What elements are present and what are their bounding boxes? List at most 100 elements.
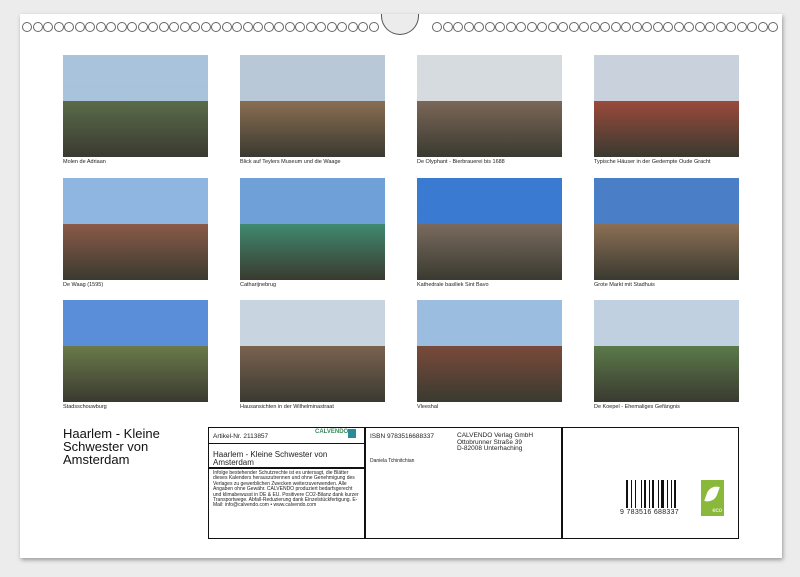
photo-caption: Hausansichten in der Wilhelminastraat bbox=[240, 404, 334, 410]
calendar-photo bbox=[594, 178, 739, 280]
binding-ring bbox=[337, 22, 347, 32]
binding-ring bbox=[716, 22, 726, 32]
photo-caption: Typische Häuser in der Gedempte Oude Gra… bbox=[594, 159, 710, 165]
calendar-photo bbox=[594, 300, 739, 402]
binding-ring bbox=[201, 22, 211, 32]
binding-ring bbox=[117, 22, 127, 32]
barcode-bar bbox=[626, 480, 628, 508]
binding-ring bbox=[358, 22, 368, 32]
calendar-photo bbox=[240, 300, 385, 402]
binding-ring bbox=[211, 22, 221, 32]
photo-caption: De Koepel - Ehemaliges Gefängnis bbox=[594, 404, 680, 410]
calendar-title: Haarlem - Kleine Schwester von Amsterdam bbox=[63, 427, 203, 466]
binding-ring bbox=[274, 22, 284, 32]
calendar-photo bbox=[417, 55, 562, 157]
binding-ring bbox=[747, 22, 757, 32]
binding-ring bbox=[285, 22, 295, 32]
legal-text: Infolge bestehender Schutzrechte ist es … bbox=[213, 471, 361, 509]
article-number: Artikel-Nr. 2113857 bbox=[213, 433, 268, 440]
eco-leaf-icon: eco bbox=[701, 480, 724, 516]
binding-ring bbox=[22, 22, 32, 32]
binding-ring bbox=[506, 22, 516, 32]
binding-ring bbox=[611, 22, 621, 32]
binding-ring bbox=[653, 22, 663, 32]
photo-caption: De Waag (1595) bbox=[63, 282, 103, 288]
isbn: ISBN 9783516688337 bbox=[370, 433, 434, 440]
calendar-photo bbox=[240, 55, 385, 157]
barcode-bar bbox=[644, 480, 646, 508]
binding-ring bbox=[43, 22, 53, 32]
publisher-address: CALVENDO Verlag GmbH Ottobrunner Straße … bbox=[457, 433, 533, 453]
binding-ring bbox=[96, 22, 106, 32]
barcode-bar bbox=[661, 480, 664, 508]
binding-ring bbox=[537, 22, 547, 32]
barcode-bar bbox=[658, 480, 659, 508]
info-title: Haarlem - Kleine Schwester von Amsterdam bbox=[213, 451, 358, 467]
binding-ring bbox=[569, 22, 579, 32]
binding-ring bbox=[621, 22, 631, 32]
photo-caption: Vleeshal bbox=[417, 404, 438, 410]
binding-ring bbox=[516, 22, 526, 32]
binding-ring bbox=[127, 22, 137, 32]
binding-ring bbox=[443, 22, 453, 32]
binding-ring bbox=[474, 22, 484, 32]
binding-ring bbox=[243, 22, 253, 32]
binding-ring bbox=[548, 22, 558, 32]
photo-caption: Molen de Adriaan bbox=[63, 159, 106, 165]
binding-ring bbox=[453, 22, 463, 32]
binding-ring bbox=[159, 22, 169, 32]
binding-ring bbox=[327, 22, 337, 32]
calendar-photo bbox=[417, 178, 562, 280]
binding-ring bbox=[768, 22, 778, 32]
binding-ring bbox=[75, 22, 85, 32]
binding-ring bbox=[33, 22, 43, 32]
binding-ring bbox=[527, 22, 537, 32]
binding-ring bbox=[737, 22, 747, 32]
calendar-photo bbox=[240, 178, 385, 280]
binding-ring bbox=[54, 22, 64, 32]
binding-ring bbox=[64, 22, 74, 32]
binding-ring bbox=[495, 22, 505, 32]
barcode-bar bbox=[674, 480, 676, 508]
binding-ring bbox=[85, 22, 95, 32]
binding-ring bbox=[432, 22, 442, 32]
calendar-photo bbox=[594, 55, 739, 157]
photo-caption: De Olyphant - Bierbrauerei bis 1688 bbox=[417, 159, 505, 165]
binding-ring bbox=[464, 22, 474, 32]
binding-ring bbox=[316, 22, 326, 32]
binding-ring bbox=[726, 22, 736, 32]
photo-caption: Blick auf Teylers Museum und die Waage bbox=[240, 159, 341, 165]
binding-ring bbox=[642, 22, 652, 32]
binding-ring bbox=[348, 22, 358, 32]
binding-ring bbox=[684, 22, 694, 32]
binding-ring bbox=[485, 22, 495, 32]
binding-ring bbox=[663, 22, 673, 32]
barcode-bar bbox=[635, 480, 636, 508]
binding-ring bbox=[306, 22, 316, 32]
binding-ring bbox=[369, 22, 379, 32]
binding-ring bbox=[705, 22, 715, 32]
photo-caption: Grote Markt mit Stadhuis bbox=[594, 282, 655, 288]
binding-ring bbox=[106, 22, 116, 32]
binding-ring bbox=[600, 22, 610, 32]
barcode-bar bbox=[631, 480, 632, 508]
binding-ring bbox=[148, 22, 158, 32]
calendar-photo bbox=[63, 178, 208, 280]
binding-ring bbox=[222, 22, 232, 32]
binding-ring bbox=[695, 22, 705, 32]
calendar-photo bbox=[417, 300, 562, 402]
binding-ring bbox=[138, 22, 148, 32]
binding-ring bbox=[264, 22, 274, 32]
barcode-bar bbox=[652, 480, 654, 508]
barcode bbox=[626, 480, 686, 508]
barcode-bar bbox=[641, 480, 642, 508]
barcode-number: 9 783516 688337 bbox=[620, 509, 679, 516]
photo-caption: Stadsschouwburg bbox=[63, 404, 107, 410]
binding-ring bbox=[190, 22, 200, 32]
barcode-bar bbox=[671, 480, 672, 508]
binding-ring bbox=[674, 22, 684, 32]
binding-ring bbox=[253, 22, 263, 32]
binding-ring bbox=[180, 22, 190, 32]
binding-ring bbox=[758, 22, 768, 32]
calvendo-logo: CALVENDO bbox=[315, 429, 348, 435]
